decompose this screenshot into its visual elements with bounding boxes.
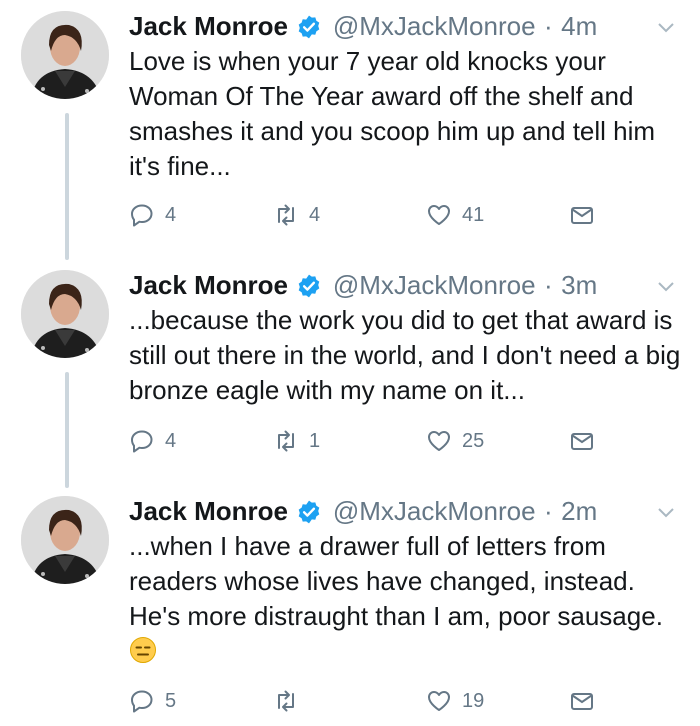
retweet-button[interactable]: 1 (273, 425, 320, 457)
heart-icon (428, 691, 450, 711)
reply-count: 4 (165, 429, 177, 452)
separator: · (543, 270, 553, 300)
reply-button[interactable]: 5 (129, 685, 176, 717)
direct-message-button[interactable] (569, 685, 595, 717)
display-name[interactable]: Jack Monroe (129, 270, 288, 300)
avatar[interactable] (21, 496, 109, 584)
retweet-count: 1 (309, 429, 321, 452)
tweet-text-container: ...when I have a drawer full of letters … (129, 529, 689, 669)
reply-icon (131, 204, 153, 227)
retweet-icon (278, 430, 294, 452)
like-count: 41 (462, 203, 485, 226)
like-count: 25 (462, 429, 485, 452)
like-button[interactable]: 19 (426, 685, 484, 717)
tweet-text: ...when I have a drawer full of letters … (129, 531, 663, 631)
display-name[interactable]: Jack Monroe (129, 496, 288, 526)
direct-message-button[interactable] (569, 425, 595, 457)
envelope-icon (571, 207, 593, 224)
reply-count: 5 (165, 689, 177, 712)
like-button[interactable]: 41 (426, 199, 484, 231)
avatar[interactable] (21, 11, 109, 99)
timestamp[interactable]: 2m (561, 496, 597, 526)
chevron-down-icon[interactable] (656, 502, 676, 522)
reply-count: 4 (165, 203, 177, 226)
direct-message-button[interactable] (569, 199, 595, 231)
tweet-text: ...because the work you did to get that … (129, 305, 681, 405)
retweet-button[interactable] (273, 685, 309, 717)
reply-icon (131, 690, 153, 713)
display-name[interactable]: Jack Monroe (129, 11, 288, 41)
tweet-text: Love is when your 7 year old knocks your… (129, 46, 656, 181)
like-button[interactable]: 25 (426, 425, 484, 457)
tweet[interactable]: Jack Monroe @MxJackMonroe · 2m ...when I… (0, 485, 700, 726)
separator: · (543, 11, 553, 41)
heart-icon (428, 205, 450, 225)
reply-button[interactable]: 4 (129, 199, 176, 231)
expressionless-face-emoji (130, 637, 156, 663)
like-count: 19 (462, 689, 485, 712)
verified-badge-icon (296, 499, 322, 525)
retweet-button[interactable]: 4 (273, 199, 320, 231)
tweet-actions: 5 19 (129, 685, 609, 717)
handle[interactable]: @MxJackMonroe (333, 496, 536, 526)
tweet-actions: 4 4 41 (129, 199, 609, 231)
retweet-count: 4 (309, 203, 321, 226)
avatar[interactable] (21, 270, 109, 358)
retweet-icon (278, 204, 294, 226)
handle[interactable]: @MxJackMonroe (333, 270, 536, 300)
tweet-actions: 4 1 25 (129, 425, 609, 457)
envelope-icon (571, 693, 593, 710)
separator: · (543, 496, 553, 526)
chevron-down-icon[interactable] (656, 17, 676, 37)
verified-badge-icon (296, 273, 322, 299)
verified-badge-icon (296, 14, 322, 40)
tweet[interactable]: Jack Monroe @MxJackMonroe · 3m ...becaus… (0, 259, 700, 484)
envelope-icon (571, 433, 593, 450)
reply-button[interactable]: 4 (129, 425, 176, 457)
reply-icon (131, 430, 153, 453)
retweet-icon (278, 690, 294, 712)
tweet[interactable]: Jack Monroe @MxJackMonroe · 4m Love is w… (0, 0, 700, 250)
heart-icon (428, 431, 450, 451)
chevron-down-icon[interactable] (656, 276, 676, 296)
timestamp[interactable]: 4m (561, 11, 597, 41)
timestamp[interactable]: 3m (561, 270, 597, 300)
handle[interactable]: @MxJackMonroe (333, 11, 536, 41)
